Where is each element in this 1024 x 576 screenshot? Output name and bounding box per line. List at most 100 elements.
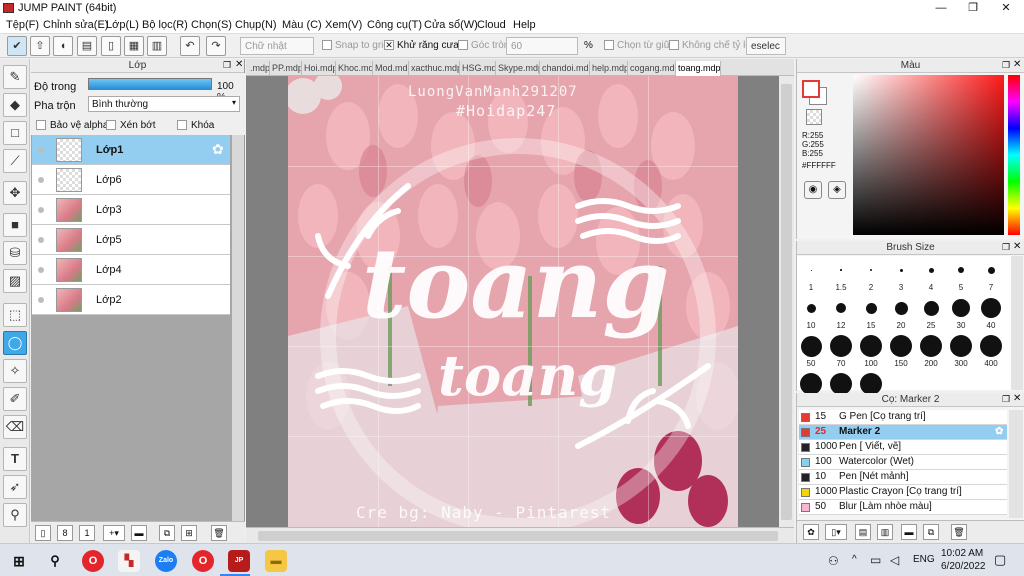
document-tab[interactable]: xacthuc.mdp — [409, 61, 460, 76]
menu-filter[interactable]: Bộ lọc(R) — [142, 19, 188, 31]
magic-wand-tool-icon[interactable]: ✧ — [3, 359, 27, 383]
lasso-tool-icon[interactable]: ◯ — [3, 331, 27, 355]
brush-size-dot[interactable] — [860, 335, 882, 357]
document-tab[interactable]: chandoi.mdp — [540, 61, 590, 76]
brush-size-dot[interactable] — [980, 335, 1002, 357]
operation-tool-icon[interactable]: ➶ — [3, 475, 27, 499]
close-icon[interactable]: ✕ — [990, 0, 1022, 16]
line-tool-icon[interactable]: ⟋ — [3, 149, 27, 173]
menu-window[interactable]: Cửa sổ(W) — [424, 19, 478, 31]
panel-close-icon[interactable]: ✕ — [235, 59, 243, 70]
bucket-tool-icon[interactable]: ⛁ — [3, 241, 27, 265]
brush-size-dot[interactable] — [920, 335, 942, 357]
battery-icon[interactable]: ▭ — [870, 553, 881, 567]
gradient-tool-icon[interactable]: ▨ — [3, 269, 27, 293]
pen-row[interactable]: 15 G Pen [Cọ trang trí] — [799, 410, 1007, 425]
notification-icon[interactable]: ▢ — [994, 552, 1006, 568]
clock-time[interactable]: 10:02 AM — [941, 548, 983, 559]
brush-size-dot[interactable] — [806, 303, 816, 313]
antialias-checkbox[interactable]: ✕ — [384, 40, 394, 50]
delete-layer-icon[interactable]: 🗑 — [211, 525, 227, 541]
deselect-button[interactable]: eselec — [746, 37, 786, 55]
add-layer-dropdown-icon[interactable]: +▾ — [103, 525, 125, 541]
canvas-vertical-scrollbar[interactable] — [779, 76, 794, 527]
brush-copy2-icon[interactable]: ▥ — [877, 524, 893, 540]
file-explorer-icon[interactable]: ▬ — [265, 550, 287, 572]
brush-size-dot[interactable] — [810, 269, 812, 271]
pen-row[interactable]: 50 Blur [Làm nhòe màu] — [799, 500, 1007, 515]
people-icon[interactable]: ⚇ — [828, 554, 839, 568]
panel-detach-icon[interactable]: ❐ — [1002, 394, 1010, 405]
comment-icon[interactable]: ▤ — [77, 36, 97, 56]
new-layer-1bit-icon[interactable]: 1 — [79, 525, 95, 541]
select-rect-tool-icon[interactable]: ⬚ — [3, 303, 27, 327]
brush-size-dot[interactable] — [800, 335, 822, 357]
pen-tool-icon[interactable]: ✎ — [3, 65, 27, 89]
menu-cloud[interactable]: Cloud — [477, 19, 506, 31]
panel-close-icon[interactable]: ✕ — [1013, 241, 1021, 252]
brush-size-dot[interactable] — [860, 373, 882, 395]
export-icon[interactable]: ⇧ — [30, 36, 50, 56]
add-brush-dropdown-icon[interactable]: ▯▾ — [825, 524, 847, 540]
layer-visibility-icon[interactable] — [38, 297, 44, 303]
layer-visibility-icon[interactable] — [38, 237, 44, 243]
layer-row[interactable]: Lớp5 — [32, 225, 230, 255]
canvas-horizontal-scrollbar[interactable] — [246, 527, 794, 543]
brush-size-dot[interactable] — [890, 335, 912, 357]
layer-row[interactable]: Lớp2 — [32, 285, 230, 315]
new-layer-icon[interactable]: ▯ — [35, 525, 51, 541]
select-center-checkbox[interactable] — [604, 40, 614, 50]
merge-layer-icon[interactable]: ⊞ — [181, 525, 197, 541]
minimize-icon[interactable]: — — [925, 0, 957, 16]
brush-scrollbar[interactable] — [1011, 256, 1023, 390]
restore-icon[interactable]: ❐ — [957, 0, 989, 16]
select-pen-tool-icon[interactable]: ✐ — [3, 387, 27, 411]
volume-icon[interactable]: ◁ — [890, 553, 899, 567]
corner-value-input[interactable]: 60 — [506, 37, 578, 55]
primary-color-swatch[interactable] — [802, 80, 820, 98]
blend-mode-select[interactable]: Bình thường ▾ — [88, 96, 240, 112]
protect-alpha-checkbox[interactable] — [36, 120, 46, 130]
menu-tools[interactable]: Công cụ(T) — [367, 19, 422, 31]
pen-scrollbar[interactable] — [1009, 410, 1023, 518]
lock-checkbox[interactable] — [177, 120, 187, 130]
layer-visibility-icon[interactable] — [38, 267, 44, 273]
new-layer-8bit-icon[interactable]: 8 — [57, 525, 73, 541]
brush-settings-icon[interactable]: ✿ — [803, 524, 819, 540]
select-eraser-tool-icon[interactable]: ⌫ — [3, 415, 27, 439]
move-tool-icon[interactable]: ✥ — [3, 181, 27, 205]
redo-icon[interactable]: ↷ — [206, 36, 226, 56]
document-tab[interactable]: Hoi.mdp — [302, 61, 336, 76]
search-icon[interactable]: ⚲ — [44, 550, 66, 572]
brush-folder-icon[interactable]: ▬ — [901, 524, 917, 540]
brush-size-dot[interactable] — [923, 300, 939, 316]
fixed-ratio-checkbox[interactable] — [669, 40, 679, 50]
brush-size-dot[interactable] — [981, 298, 1001, 318]
panel-icon[interactable]: ▥ — [147, 36, 167, 56]
text-tool-icon[interactable]: T — [3, 447, 27, 471]
pen-row[interactable]: 1000 Plastic Crayon [Cọ trang trí] — [799, 485, 1007, 500]
grid-icon[interactable]: ▦ — [124, 36, 144, 56]
brush-size-dot[interactable] — [952, 299, 970, 317]
folder-icon[interactable]: ▬ — [131, 525, 147, 541]
check-icon[interactable]: ✔ — [7, 36, 27, 56]
saturation-value-picker[interactable] — [853, 75, 1004, 235]
windows-start-icon[interactable]: ⊞ — [8, 550, 30, 572]
corner-checkbox[interactable] — [458, 40, 468, 50]
layer-visibility-icon[interactable] — [38, 207, 44, 213]
menu-capture[interactable]: Chụp(N) — [235, 19, 277, 31]
speech-bubble-icon[interactable]: ◖ — [53, 36, 73, 56]
clipping-checkbox[interactable] — [106, 120, 116, 130]
pen-row[interactable]: 10 Pen [Nét mảnh] — [799, 470, 1007, 485]
snap-grid-checkbox[interactable] — [322, 40, 332, 50]
layer-scrollbar[interactable] — [232, 135, 244, 521]
document-tab[interactable]: PP.mdp — [270, 61, 302, 76]
duplicate-layer-icon[interactable]: ⧉ — [159, 525, 175, 541]
pen-settings-icon[interactable]: ✿ — [995, 425, 1003, 439]
panel-detach-icon[interactable]: ❐ — [1002, 242, 1010, 253]
rectangle-tool-icon[interactable]: □ — [3, 121, 27, 145]
menu-edit[interactable]: Chỉnh sửa(E) — [43, 19, 108, 31]
clock-date[interactable]: 6/20/2022 — [941, 561, 986, 572]
menu-help[interactable]: Help — [513, 19, 536, 31]
language-indicator[interactable]: ENG — [913, 554, 935, 565]
